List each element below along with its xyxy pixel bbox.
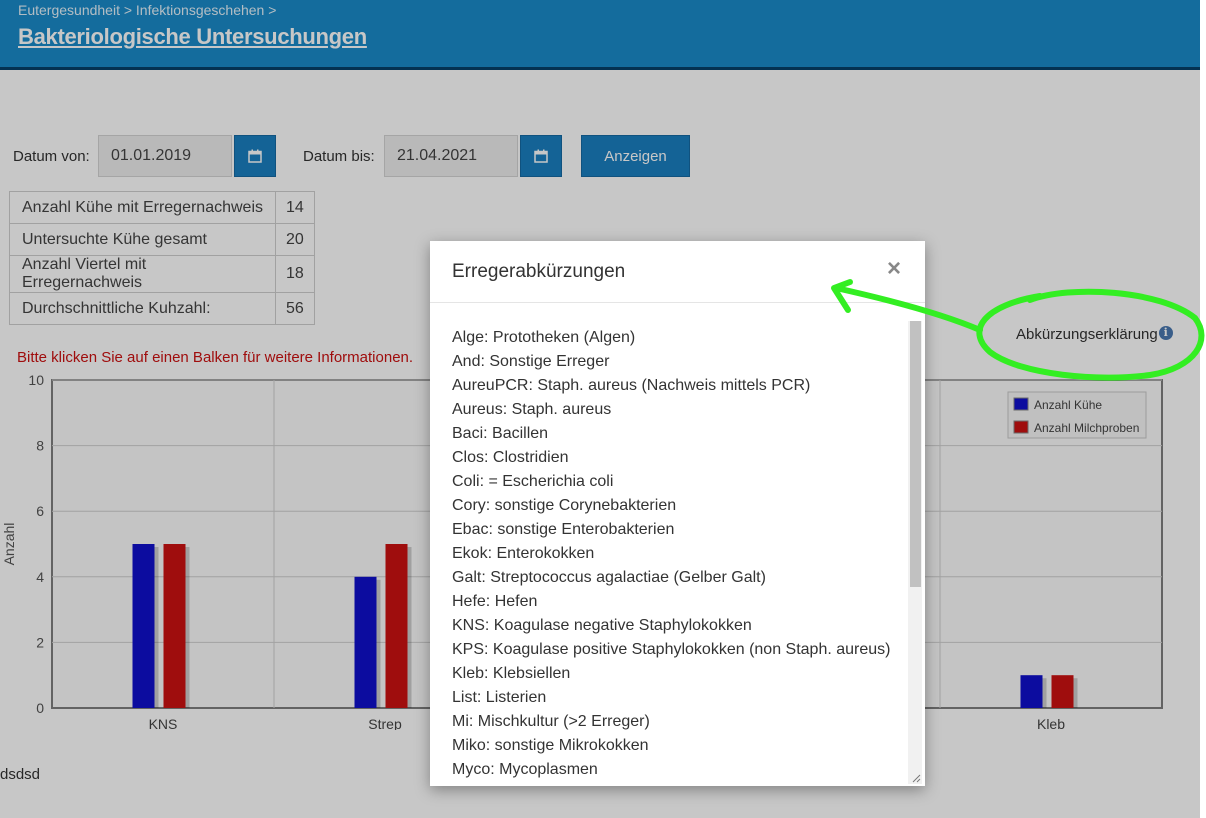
close-icon[interactable]: ×	[887, 255, 901, 283]
list-item: List: Listerien	[452, 689, 547, 706]
list-item: Alge: Prototheken (Algen)	[452, 329, 636, 346]
list-item: Clos: Clostridien	[452, 449, 569, 466]
modal-header: Erregerabkürzungen ×	[430, 241, 925, 303]
list-item: Miko: sonstige Mikrokokken	[452, 737, 649, 754]
abbreviation-list: Alge: Prototheken (Algen) And: Sonstige E…	[430, 303, 908, 782]
modal-body: Alge: Prototheken (Algen) And: Sonstige E…	[430, 303, 908, 786]
list-item: Mi: Mischkultur (>2 Erreger)	[452, 713, 650, 730]
abbreviation-modal: Erregerabkürzungen × Alge: Prototheken (…	[430, 241, 925, 786]
page-edge	[1200, 0, 1206, 818]
list-item: Hefe: Hefen	[452, 593, 538, 610]
list-item: Ebac: sonstige Enterobakterien	[452, 521, 675, 538]
list-item: Baci: Bacillen	[452, 425, 549, 442]
list-item: And: Sonstige Erreger	[452, 353, 610, 370]
list-item: KPS: Koagulase positive Staphylokokken (…	[452, 641, 891, 658]
list-item: Coli: = Escherichia coli	[452, 473, 614, 490]
list-item: Myco: Mycoplasmen	[452, 761, 598, 778]
modal-title: Erregerabkürzungen	[452, 261, 626, 282]
list-item: KNS: Koagulase negative Staphylokokken	[452, 617, 752, 634]
list-item: Aureus: Staph. aureus	[452, 401, 612, 418]
list-item: Cory: sonstige Corynebakterien	[452, 497, 677, 514]
scrollbar-thumb[interactable]	[910, 321, 921, 587]
modal-scrollbar[interactable]	[908, 321, 922, 784]
resize-grip-icon[interactable]	[911, 773, 921, 783]
list-item: AureuPCR: Staph. aureus (Nachweis mittel…	[452, 377, 811, 394]
list-item: Kleb: Klebsiellen	[452, 665, 571, 682]
list-item: Ekok: Enterokokken	[452, 545, 595, 562]
list-item: Galt: Streptococcus agalactiae (Gelber G…	[452, 569, 766, 586]
